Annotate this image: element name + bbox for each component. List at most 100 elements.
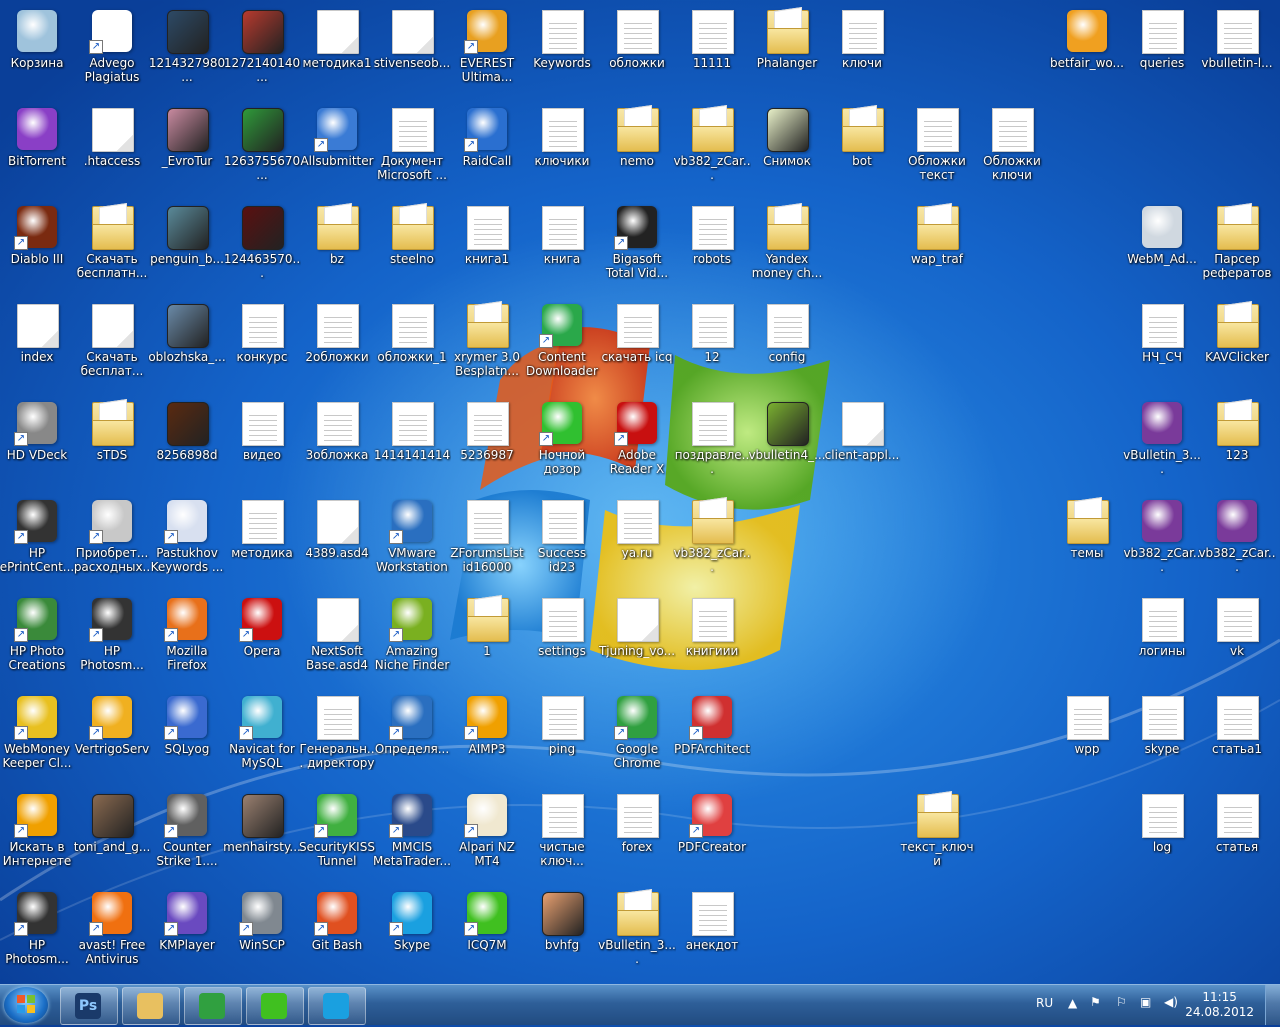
taskbar-chrome-button[interactable] [184, 987, 242, 1025]
desktop-icon[interactable]: menhairsty... [223, 788, 301, 880]
desktop-icon[interactable]: log [1125, 788, 1199, 880]
desktop-icon[interactable]: ↗ Diablo III [0, 200, 74, 292]
desktop-icon[interactable]: betfair_wo... [1050, 4, 1124, 96]
desktop-icon[interactable]: stivenseob... [374, 4, 450, 96]
desktop-icon[interactable]: bz [300, 200, 374, 292]
desktop-icon[interactable]: nemo [600, 102, 674, 194]
desktop-icon[interactable]: sTDS [75, 396, 149, 488]
desktop-icon[interactable]: Корзина [0, 4, 74, 96]
desktop-icon[interactable]: 123 [1200, 396, 1274, 488]
start-button[interactable] [4, 987, 48, 1023]
desktop-icon[interactable]: ↗ MMCIS MetaTrader... [373, 788, 451, 880]
desktop-icon[interactable]: ↗ Приобрет... расходных... [74, 494, 150, 586]
desktop-icon[interactable]: ↗ avast! Free Antivirus [75, 886, 149, 978]
desktop-icon[interactable]: ↗ KMPlayer [150, 886, 224, 978]
taskbar-explorer-button[interactable] [122, 987, 180, 1025]
desktop-icon[interactable]: settings [525, 592, 599, 684]
desktop-icon[interactable]: Генеральн... директору [299, 690, 375, 782]
desktop-icon[interactable]: 3обложка [300, 396, 374, 488]
desktop-icon[interactable]: ↗ EVEREST Ultima... [450, 4, 524, 96]
desktop-icon[interactable]: config [750, 298, 824, 390]
desktop-icon[interactable]: ↗ Allsubmitter [300, 102, 374, 194]
network-icon[interactable]: ▣ [1140, 995, 1151, 1009]
desktop-icon[interactable]: ↗ PDFArchitect [674, 690, 750, 782]
desktop-icon[interactable]: видео [225, 396, 299, 488]
desktop-icon[interactable]: конкурс [225, 298, 299, 390]
desktop-icon[interactable]: книга1 [450, 200, 524, 292]
desktop-icon[interactable]: 8256898d [150, 396, 224, 488]
desktop-icon[interactable]: xrymer 3.0 Besplatn... [450, 298, 524, 390]
desktop-icon[interactable]: ya.ru [600, 494, 674, 586]
desktop-icon[interactable]: Скачать бесплат... [75, 298, 149, 390]
desktop-icon[interactable]: BitTorrent [0, 102, 74, 194]
desktop-icon[interactable]: ↗ Opera [225, 592, 299, 684]
desktop-icon[interactable]: ↗ Adobe Reader X [600, 396, 674, 488]
desktop-icon[interactable]: ↗ Alpari NZ MT4 [450, 788, 524, 880]
desktop-icon[interactable]: Обложки ключи [975, 102, 1049, 194]
desktop-icon[interactable]: queries [1125, 4, 1199, 96]
desktop-icon[interactable]: 5236987 [450, 396, 524, 488]
desktop-icon[interactable]: чистые ключ... [525, 788, 599, 880]
action-center-icon[interactable]: ⚑ [1090, 995, 1101, 1009]
desktop-icon[interactable]: методика [225, 494, 299, 586]
desktop-icon[interactable]: ↗ PDFCreator [675, 788, 749, 880]
desktop-icon[interactable]: vBulletin_3.... [598, 886, 676, 978]
taskbar-skype-button[interactable] [308, 987, 366, 1025]
desktop-icon[interactable]: 1272140140... [224, 4, 300, 96]
show-hidden-icons-arrow[interactable]: ▲ [1068, 996, 1077, 1010]
desktop-icon[interactable]: vk [1200, 592, 1274, 684]
desktop-icon[interactable]: ↗ Google Chrome [600, 690, 674, 782]
desktop-icon[interactable]: ↗ Git Bash [300, 886, 374, 978]
desktop-icon[interactable]: ↗ SQLyog [150, 690, 224, 782]
desktop-icon[interactable]: текст_ключи [900, 788, 974, 880]
desktop-icon[interactable]: ↗ HP ePrintCent... [0, 494, 74, 586]
desktop-icon[interactable]: wpp [1050, 690, 1124, 782]
desktop-icon[interactable]: Tjuning_vo... [599, 592, 675, 684]
desktop-icon[interactable]: vbulletin-l... [1200, 4, 1274, 96]
desktop-icon[interactable]: Phalanger [750, 4, 824, 96]
desktop-icon[interactable]: 12 [675, 298, 749, 390]
desktop-icon[interactable]: статьа1 [1200, 690, 1274, 782]
desktop-icon[interactable]: vb382_zCar... [1198, 494, 1276, 586]
desktop-icon[interactable]: 1263755670... [224, 102, 300, 194]
desktop-icon[interactable]: ping [525, 690, 599, 782]
desktop-icon[interactable]: ↗ AIMP3 [450, 690, 524, 782]
desktop-icon[interactable]: forex [600, 788, 674, 880]
desktop-icon[interactable]: steelno [375, 200, 449, 292]
desktop-icon[interactable]: ↗ Искать в Интернете [0, 788, 74, 880]
flag-icon[interactable]: ⚐ [1116, 995, 1127, 1009]
desktop-icon[interactable]: ↗ Mozilla Firefox [150, 592, 224, 684]
desktop-icon[interactable]: Yandex money ch... [750, 200, 824, 292]
desktop-icon[interactable]: ↗ ICQ7M [450, 886, 524, 978]
desktop-icon[interactable]: Скачать бесплатн... [75, 200, 149, 292]
desktop-icon[interactable]: vb382_zCar... [1123, 494, 1201, 586]
desktop-icon[interactable]: ↗ HP Photo Creations [0, 592, 74, 684]
desktop-icon[interactable]: книга [525, 200, 599, 292]
clock[interactable]: 11:15 24.08.2012 [1185, 990, 1254, 1020]
desktop-icon[interactable]: статья [1200, 788, 1274, 880]
desktop-icon[interactable]: bvhfg [525, 886, 599, 978]
desktop-icon[interactable]: Success id23 [525, 494, 599, 586]
desktop-icon[interactable]: 11111 [675, 4, 749, 96]
desktop-icon[interactable]: 2обложки [300, 298, 374, 390]
desktop-icon[interactable]: 1414141414 [374, 396, 450, 488]
taskbar-photoshop-button[interactable]: Ps [60, 987, 118, 1025]
desktop-icon[interactable]: анекдот [675, 886, 749, 978]
desktop-icon[interactable]: 4389.asd4 [300, 494, 374, 586]
desktop-icon[interactable]: обложки_1 [375, 298, 449, 390]
desktop-icon[interactable]: client-appl... [825, 396, 899, 488]
desktop-icon[interactable]: ↗ Определя... [375, 690, 449, 782]
desktop-icon[interactable]: vbulletin4_... [748, 396, 826, 488]
desktop-icon[interactable]: поздравле... [675, 396, 749, 488]
desktop-icon[interactable]: ключики [525, 102, 599, 194]
desktop-icon[interactable]: ↗ Amazing Niche Finder [375, 592, 449, 684]
desktop-icon[interactable]: toni_and_g... [74, 788, 150, 880]
desktop-icon[interactable]: KAVClicker [1200, 298, 1274, 390]
desktop-icon[interactable]: ↗ Advego Plagiatus [75, 4, 149, 96]
desktop-icon[interactable]: ↗ WebMoney Keeper Cl... [0, 690, 74, 782]
desktop-icon[interactable]: oblozhska_... [148, 298, 226, 390]
show-desktop-button[interactable] [1265, 985, 1280, 1025]
volume-icon[interactable]: ◀) [1164, 995, 1178, 1009]
language-indicator[interactable]: RU [1036, 996, 1053, 1010]
desktop-icon[interactable]: ключи [825, 4, 899, 96]
